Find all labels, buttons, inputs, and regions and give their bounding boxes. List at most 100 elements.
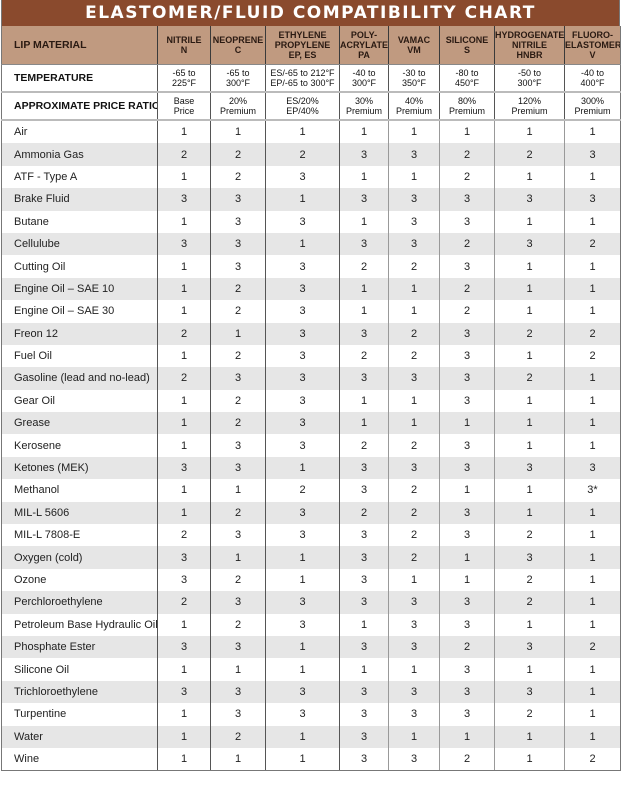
rating-cell: 1 bbox=[388, 658, 440, 681]
temperature-value: -30 to 350°F bbox=[388, 64, 440, 93]
temperature-value: -65 to 300°F bbox=[210, 64, 266, 93]
rating-cell: 2 bbox=[157, 591, 211, 614]
rating-cell: 1 bbox=[564, 165, 621, 189]
rating-cell: 1 bbox=[564, 277, 621, 301]
temperature-value-line: -50 to bbox=[517, 68, 541, 78]
rating-cell: 1 bbox=[265, 747, 340, 772]
price-ratio-value-line: 80% bbox=[457, 96, 476, 106]
rating-cell: 1 bbox=[564, 591, 621, 614]
fluid-name: MIL-L 5606 bbox=[1, 501, 158, 525]
fluid-name: Ketones (MEK) bbox=[1, 456, 158, 480]
header-text: HNBR bbox=[516, 50, 543, 60]
rating-cell: 3 bbox=[439, 501, 495, 525]
rating-cell: 1 bbox=[494, 613, 565, 636]
rating-cell: 3 bbox=[210, 367, 266, 390]
rating-cell: 3 bbox=[339, 188, 389, 211]
rating-cell: 2 bbox=[564, 322, 621, 345]
rating-cell: 3 bbox=[439, 367, 495, 390]
rating-cell: 3* bbox=[564, 479, 621, 502]
rating-cell: 3 bbox=[564, 188, 621, 211]
rating-cell: 1 bbox=[388, 412, 440, 435]
price-ratio-value-line: Premium bbox=[219, 106, 256, 116]
table-row: Turpentine 1 3 3 3 3 3 2 1 bbox=[1, 703, 621, 726]
rating-cell: 3 bbox=[157, 546, 211, 569]
fluid-name: Water bbox=[1, 725, 158, 748]
rating-cell: 3 bbox=[265, 412, 340, 435]
rating-cell: 1 bbox=[265, 546, 340, 569]
temperature-value-line: 450°F bbox=[454, 78, 480, 88]
rating-cell: 1 bbox=[339, 613, 389, 636]
fluid-name: Methanol bbox=[1, 479, 158, 502]
price-ratio-value-line: Premium bbox=[511, 106, 548, 116]
fluid-name: Ozone bbox=[1, 568, 158, 592]
temperature-value-line: 300°F bbox=[517, 78, 542, 88]
material-column-header: VAMAC VM bbox=[388, 26, 440, 65]
table-row: Engine Oil – SAE 10 1 2 3 1 1 2 1 1 bbox=[1, 277, 621, 301]
rating-cell: 1 bbox=[494, 389, 565, 413]
table-row: Perchloroethylene 2 3 3 3 3 3 2 1 bbox=[1, 591, 621, 614]
rating-cell: 2 bbox=[388, 546, 440, 569]
rating-cell: 3 bbox=[210, 232, 266, 256]
fluid-name: Kerosene bbox=[1, 434, 158, 457]
rating-cell: 1 bbox=[494, 120, 565, 144]
price-ratio-label: APPROXIMATE PRICE RATIO bbox=[1, 92, 158, 121]
header-text: S bbox=[463, 45, 470, 55]
rating-cell: 1 bbox=[339, 165, 389, 189]
temperature-value: -50 to 300°F bbox=[494, 64, 565, 93]
rating-cell: 3 bbox=[439, 680, 495, 704]
rating-cell: 1 bbox=[210, 120, 266, 144]
header-text: HYDROGENATED bbox=[495, 30, 565, 40]
rating-cell: 2 bbox=[439, 635, 495, 659]
table-row: Methanol 1 1 2 3 2 1 1 3* bbox=[1, 479, 621, 502]
rating-cell: 3 bbox=[210, 591, 266, 614]
table-row: Oxygen (cold) 3 1 1 3 2 1 3 1 bbox=[1, 546, 621, 569]
rating-cell: 3 bbox=[564, 143, 621, 166]
rating-cell: 1 bbox=[157, 658, 211, 681]
rating-cell: 2 bbox=[564, 344, 621, 368]
header-text: POLY- bbox=[350, 30, 378, 40]
fluid-name: Oxygen (cold) bbox=[1, 546, 158, 569]
rating-cell: 3 bbox=[210, 680, 266, 704]
price-ratio-value-line: EP/40% bbox=[286, 106, 319, 116]
rating-cell: 1 bbox=[494, 165, 565, 189]
fluid-name: Brake Fluid bbox=[1, 188, 158, 211]
rating-cell: 1 bbox=[339, 300, 389, 323]
fluid-name: Butane bbox=[1, 210, 158, 233]
rating-cell: 2 bbox=[265, 479, 340, 502]
fluid-name: Engine Oil – SAE 30 bbox=[1, 300, 158, 323]
rating-cell: 1 bbox=[157, 501, 211, 525]
price-ratio-value-line: ES/20% bbox=[286, 96, 319, 106]
rating-cell: 1 bbox=[339, 277, 389, 301]
rating-cell: 3 bbox=[388, 591, 440, 614]
rating-cell: 1 bbox=[388, 165, 440, 189]
table-row: Wine 1 1 1 3 3 2 1 2 bbox=[1, 747, 621, 772]
rating-cell: 3 bbox=[388, 210, 440, 233]
rating-cell: 3 bbox=[210, 635, 266, 659]
material-column-header: ETHYLENE PROPYLENE EP, ES bbox=[265, 26, 340, 65]
price-ratio-value: 20% Premium bbox=[210, 92, 266, 121]
rating-cell: 3 bbox=[210, 703, 266, 726]
rating-cell: 3 bbox=[265, 300, 340, 323]
rating-cell: 1 bbox=[388, 568, 440, 592]
rating-cell: 1 bbox=[494, 277, 565, 301]
rating-cell: 3 bbox=[265, 277, 340, 301]
header-text: V bbox=[589, 50, 596, 60]
rating-cell: 3 bbox=[439, 344, 495, 368]
price-ratio-value-line: 20% bbox=[228, 96, 247, 106]
rating-cell: 1 bbox=[494, 344, 565, 368]
header-text: NEOPRENE bbox=[212, 35, 264, 45]
compatibility-chart: ELASTOMER/FLUID COMPATIBILITY CHART LIP … bbox=[1, 0, 621, 772]
rating-cell: 2 bbox=[439, 747, 495, 772]
rating-cell: 2 bbox=[439, 165, 495, 189]
rating-cell: 1 bbox=[157, 300, 211, 323]
price-ratio-value: 300% Premium bbox=[564, 92, 621, 121]
rating-cell: 1 bbox=[439, 412, 495, 435]
rating-cell: 2 bbox=[494, 524, 565, 547]
temperature-value: -80 to 450°F bbox=[439, 64, 495, 93]
chart-title: ELASTOMER/FLUID COMPATIBILITY CHART bbox=[1, 0, 620, 26]
rating-cell: 1 bbox=[388, 389, 440, 413]
rating-cell: 1 bbox=[157, 344, 211, 368]
rating-cell: 1 bbox=[157, 165, 211, 189]
rating-cell: 1 bbox=[157, 613, 211, 636]
rating-cell: 1 bbox=[564, 120, 621, 144]
